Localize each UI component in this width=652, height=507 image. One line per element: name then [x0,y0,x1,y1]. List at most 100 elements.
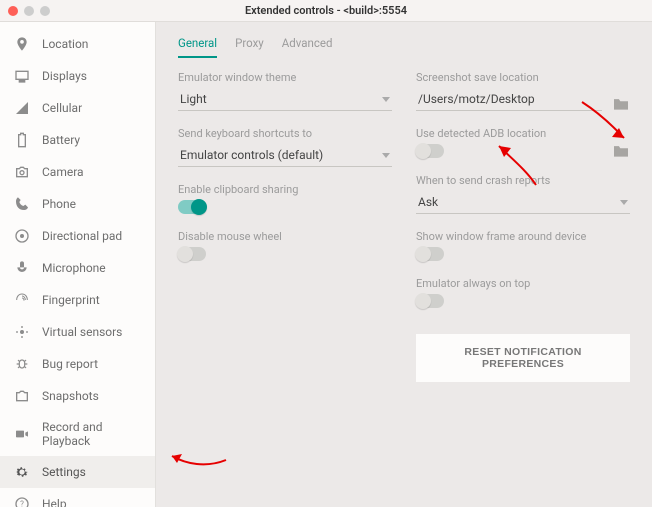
mousewheel-toggle[interactable] [178,247,206,261]
fingerprint-icon [14,292,30,308]
zoom-dot[interactable] [40,6,50,16]
sidebar-item-label: Location [42,37,88,51]
location-icon [14,36,30,52]
sidebar-item-settings[interactable]: Settings [0,456,155,488]
sidebar-item-camera[interactable]: Camera [0,156,155,188]
sidebar-item-label: Fingerprint [42,293,100,307]
chevron-down-icon [620,200,628,205]
shortcuts-label: Send keyboard shortcuts to [178,127,392,140]
camera-icon [14,164,30,180]
sidebar-item-label: Phone [42,197,76,211]
screenshot-value: /Users/motz/Desktop [418,92,535,106]
shortcuts-value: Emulator controls (default) [180,148,323,162]
svg-text:?: ? [20,500,24,507]
clipboard-group: Enable clipboard sharing [178,183,392,214]
gear-icon [14,464,30,480]
window: Extended controls - <build>:5554 Locatio… [0,0,652,507]
tab-proxy[interactable]: Proxy [235,32,264,58]
sidebar-item-location[interactable]: Location [0,28,155,60]
sidebar-item-dpad[interactable]: Directional pad [0,220,155,252]
screenshot-group: Screenshot save location /Users/motz/Des… [416,71,630,111]
clipboard-label: Enable clipboard sharing [178,183,392,196]
microphone-icon [14,260,30,276]
tab-advanced[interactable]: Advanced [282,32,333,58]
record-icon [14,426,30,442]
frame-group: Show window frame around device [416,230,630,261]
clipboard-toggle[interactable] [178,200,206,214]
sidebar-item-label: Camera [42,165,84,179]
sidebar-item-label: Settings [42,465,86,479]
sidebar-item-label: Microphone [42,261,106,275]
crash-group: When to send crash reports Ask [416,174,630,214]
bug-icon [14,356,30,372]
adb-browse-button[interactable] [612,144,630,158]
tab-general[interactable]: General [178,32,217,58]
theme-label: Emulator window theme [178,71,392,84]
adb-toggle[interactable] [416,144,444,158]
sidebar-item-battery[interactable]: Battery [0,124,155,156]
crash-label: When to send crash reports [416,174,630,187]
sidebar-item-label: Cellular [42,101,82,115]
sidebar-item-label: Snapshots [42,389,99,403]
window-title: Extended controls - <build>:5554 [245,4,407,17]
frame-label: Show window frame around device [416,230,630,243]
ontop-group: Emulator always on top [416,277,630,308]
shortcuts-group: Send keyboard shortcuts to Emulator cont… [178,127,392,167]
right-col: Screenshot save location /Users/motz/Des… [416,71,630,382]
sidebar-item-label: Battery [42,133,80,147]
main-panel: General Proxy Advanced Emulator window t… [156,22,652,507]
ontop-toggle[interactable] [416,294,444,308]
screenshot-browse-button[interactable] [612,97,630,111]
mousewheel-label: Disable mouse wheel [178,230,392,243]
window-controls [8,6,50,16]
sidebar-item-record[interactable]: Record and Playback [0,412,155,456]
sidebar-item-fingerprint[interactable]: Fingerprint [0,284,155,316]
frame-toggle[interactable] [416,247,444,261]
snapshots-icon [14,388,30,404]
screenshot-label: Screenshot save location [416,71,630,84]
sidebar-item-label: Record and Playback [42,420,141,448]
minimize-dot[interactable] [24,6,34,16]
adb-label: Use detected ADB location [416,127,630,140]
sidebar-item-bugreport[interactable]: Bug report [0,348,155,380]
cellular-icon [14,100,30,116]
annotation-arrow [166,442,236,475]
sensors-icon [14,324,30,340]
sidebar-item-phone[interactable]: Phone [0,188,155,220]
settings-columns: Emulator window theme Light Send keyboar… [178,71,630,382]
sidebar: Location Displays Cellular Battery Camer… [0,22,156,507]
left-col: Emulator window theme Light Send keyboar… [178,71,392,382]
mousewheel-group: Disable mouse wheel [178,230,392,261]
reset-notification-button[interactable]: RESET NOTIFICATION PREFERENCES [416,334,630,382]
sidebar-item-label: Bug report [42,357,98,371]
chevron-down-icon [382,153,390,158]
sidebar-item-displays[interactable]: Displays [0,60,155,92]
adb-group: Use detected ADB location [416,127,630,158]
chevron-down-icon [382,97,390,102]
shortcuts-select[interactable]: Emulator controls (default) [178,144,392,167]
sidebar-item-label: Help [42,497,67,507]
crash-select[interactable]: Ask [416,191,630,214]
battery-icon [14,132,30,148]
sidebar-item-label: Virtual sensors [42,325,122,339]
screenshot-path[interactable]: /Users/motz/Desktop [416,88,602,111]
help-icon: ? [14,496,30,507]
close-dot[interactable] [8,6,18,16]
theme-select[interactable]: Light [178,88,392,111]
sidebar-item-snapshots[interactable]: Snapshots [0,380,155,412]
body: Location Displays Cellular Battery Camer… [0,22,652,507]
theme-group: Emulator window theme Light [178,71,392,111]
tabs: General Proxy Advanced [178,32,630,59]
sidebar-item-microphone[interactable]: Microphone [0,252,155,284]
crash-value: Ask [418,195,438,209]
sidebar-item-label: Directional pad [42,229,122,243]
theme-value: Light [180,92,207,106]
displays-icon [14,68,30,84]
dpad-icon [14,228,30,244]
titlebar: Extended controls - <build>:5554 [0,0,652,22]
sidebar-item-cellular[interactable]: Cellular [0,92,155,124]
sidebar-item-sensors[interactable]: Virtual sensors [0,316,155,348]
ontop-label: Emulator always on top [416,277,630,290]
sidebar-item-help[interactable]: ? Help [0,488,155,507]
phone-icon [14,196,30,212]
